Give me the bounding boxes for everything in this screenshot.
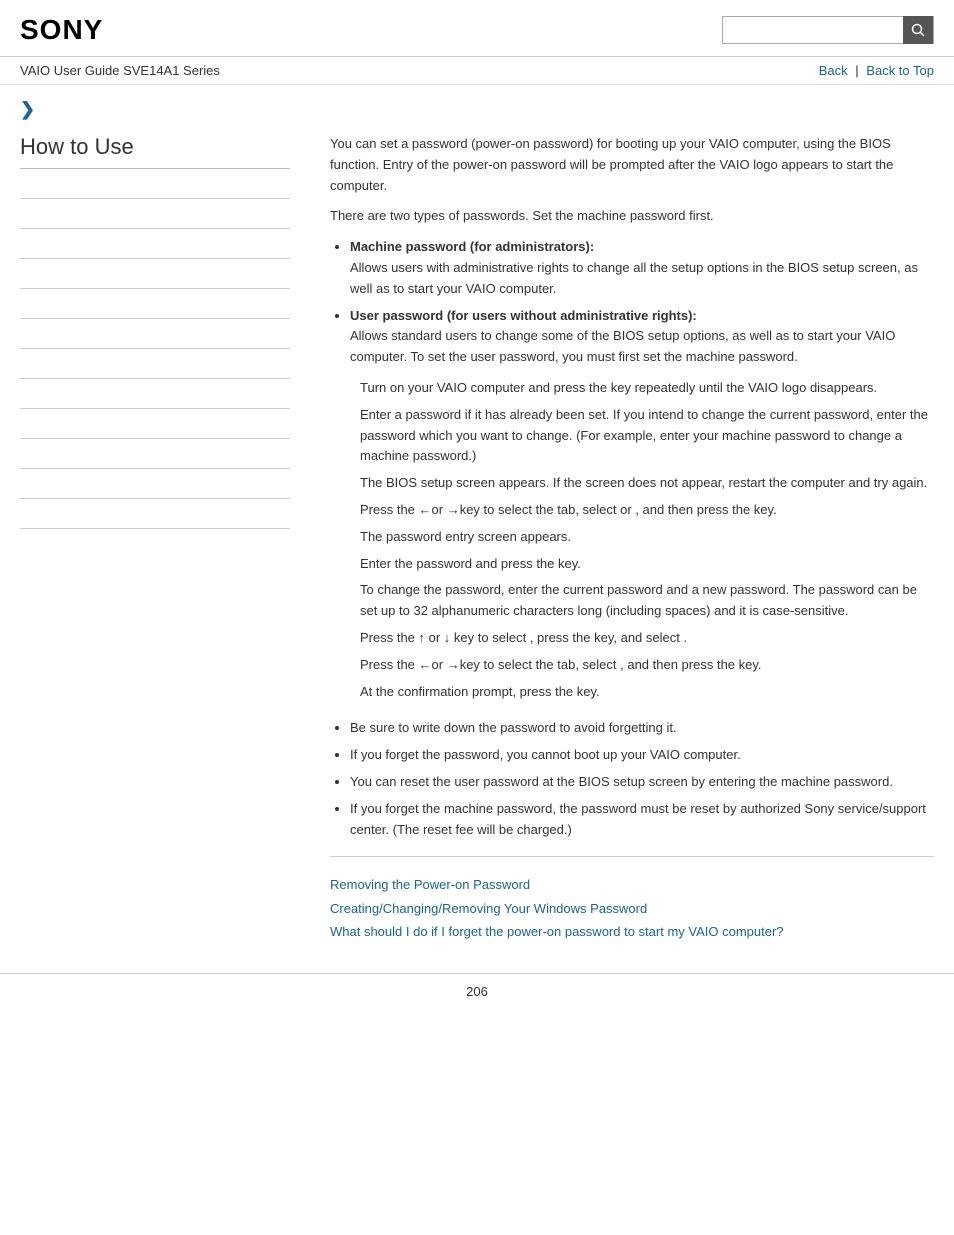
step-4b: The password entry screen appears. (360, 527, 934, 548)
list-item[interactable] (20, 349, 290, 379)
machine-password-title: Machine password (for administrators): (350, 239, 594, 254)
page-footer: 206 (0, 973, 954, 1009)
list-item[interactable] (20, 499, 290, 529)
breadcrumb-arrow: ❯ (20, 99, 35, 119)
user-password-title: User password (for users without adminis… (350, 308, 697, 323)
note-1: Be sure to write down the password to av… (350, 718, 934, 739)
list-item[interactable] (20, 289, 290, 319)
list-item[interactable] (20, 199, 290, 229)
breadcrumb-area: ❯ (0, 85, 954, 124)
machine-password-item: Machine password (for administrators): A… (350, 237, 934, 299)
content-area: You can set a password (power-on passwor… (310, 134, 934, 943)
step-3: The BIOS setup screen appears. If the sc… (360, 473, 934, 494)
step-8: At the confirmation prompt, press the ke… (360, 682, 934, 703)
list-item[interactable] (20, 439, 290, 469)
sidebar-title: How to Use (20, 134, 290, 169)
step-4: Press the ←or →key to select the tab, se… (360, 500, 934, 521)
sidebar: How to Use (20, 134, 310, 943)
search-box[interactable] (722, 16, 934, 44)
list-item[interactable] (20, 469, 290, 499)
step-1: Turn on your VAIO computer and press the… (360, 378, 934, 399)
nav-separator: | (855, 63, 858, 78)
search-button[interactable] (903, 16, 933, 44)
user-password-body: Allows standard users to change some of … (350, 328, 895, 364)
notes-list: Be sure to write down the password to av… (350, 718, 934, 840)
related-link-1[interactable]: Removing the Power-on Password (330, 873, 934, 896)
list-item[interactable] (20, 229, 290, 259)
step-6: Press the ↑ or ↓ key to select , press t… (360, 628, 934, 649)
sidebar-items (20, 169, 290, 529)
user-password-item: User password (for users without adminis… (350, 306, 934, 368)
nav-bar: VAIO User Guide SVE14A1 Series Back | Ba… (0, 57, 954, 85)
list-item[interactable] (20, 409, 290, 439)
intro-paragraph-1: You can set a password (power-on passwor… (330, 134, 934, 196)
sony-logo: SONY (20, 14, 103, 46)
back-link[interactable]: Back (819, 63, 848, 78)
list-item[interactable] (20, 379, 290, 409)
related-link-2[interactable]: Creating/Changing/Removing Your Windows … (330, 897, 934, 920)
search-input[interactable] (723, 17, 903, 43)
list-item[interactable] (20, 319, 290, 349)
header: SONY (0, 0, 954, 57)
nav-links: Back | Back to Top (819, 63, 934, 78)
back-to-top-link[interactable]: Back to Top (866, 63, 934, 78)
related-links: Removing the Power-on Password Creating/… (330, 873, 934, 943)
step-2: Enter a password if it has already been … (360, 405, 934, 467)
search-icon (911, 23, 925, 37)
intro-paragraph-2: There are two types of passwords. Set th… (330, 206, 934, 227)
page-number: 206 (466, 984, 488, 999)
related-link-3[interactable]: What should I do if I forget the power-o… (330, 920, 934, 943)
guide-title: VAIO User Guide SVE14A1 Series (20, 63, 220, 78)
note-3: You can reset the user password at the B… (350, 772, 934, 793)
list-item[interactable] (20, 259, 290, 289)
main-content: How to Use You can set a password (power… (0, 124, 954, 963)
step-5b: To change the password, enter the curren… (360, 580, 934, 622)
section-divider (330, 856, 934, 857)
steps-block: Turn on your VAIO computer and press the… (360, 378, 934, 702)
machine-password-body: Allows users with administrative rights … (350, 260, 918, 296)
note-4: If you forget the machine password, the … (350, 799, 934, 841)
note-2: If you forget the password, you cannot b… (350, 745, 934, 766)
password-types-list: Machine password (for administrators): A… (350, 237, 934, 368)
step-7: Press the ←or →key to select the tab, se… (360, 655, 934, 676)
step-5: Enter the password and press the key. (360, 554, 934, 575)
list-item[interactable] (20, 169, 290, 199)
